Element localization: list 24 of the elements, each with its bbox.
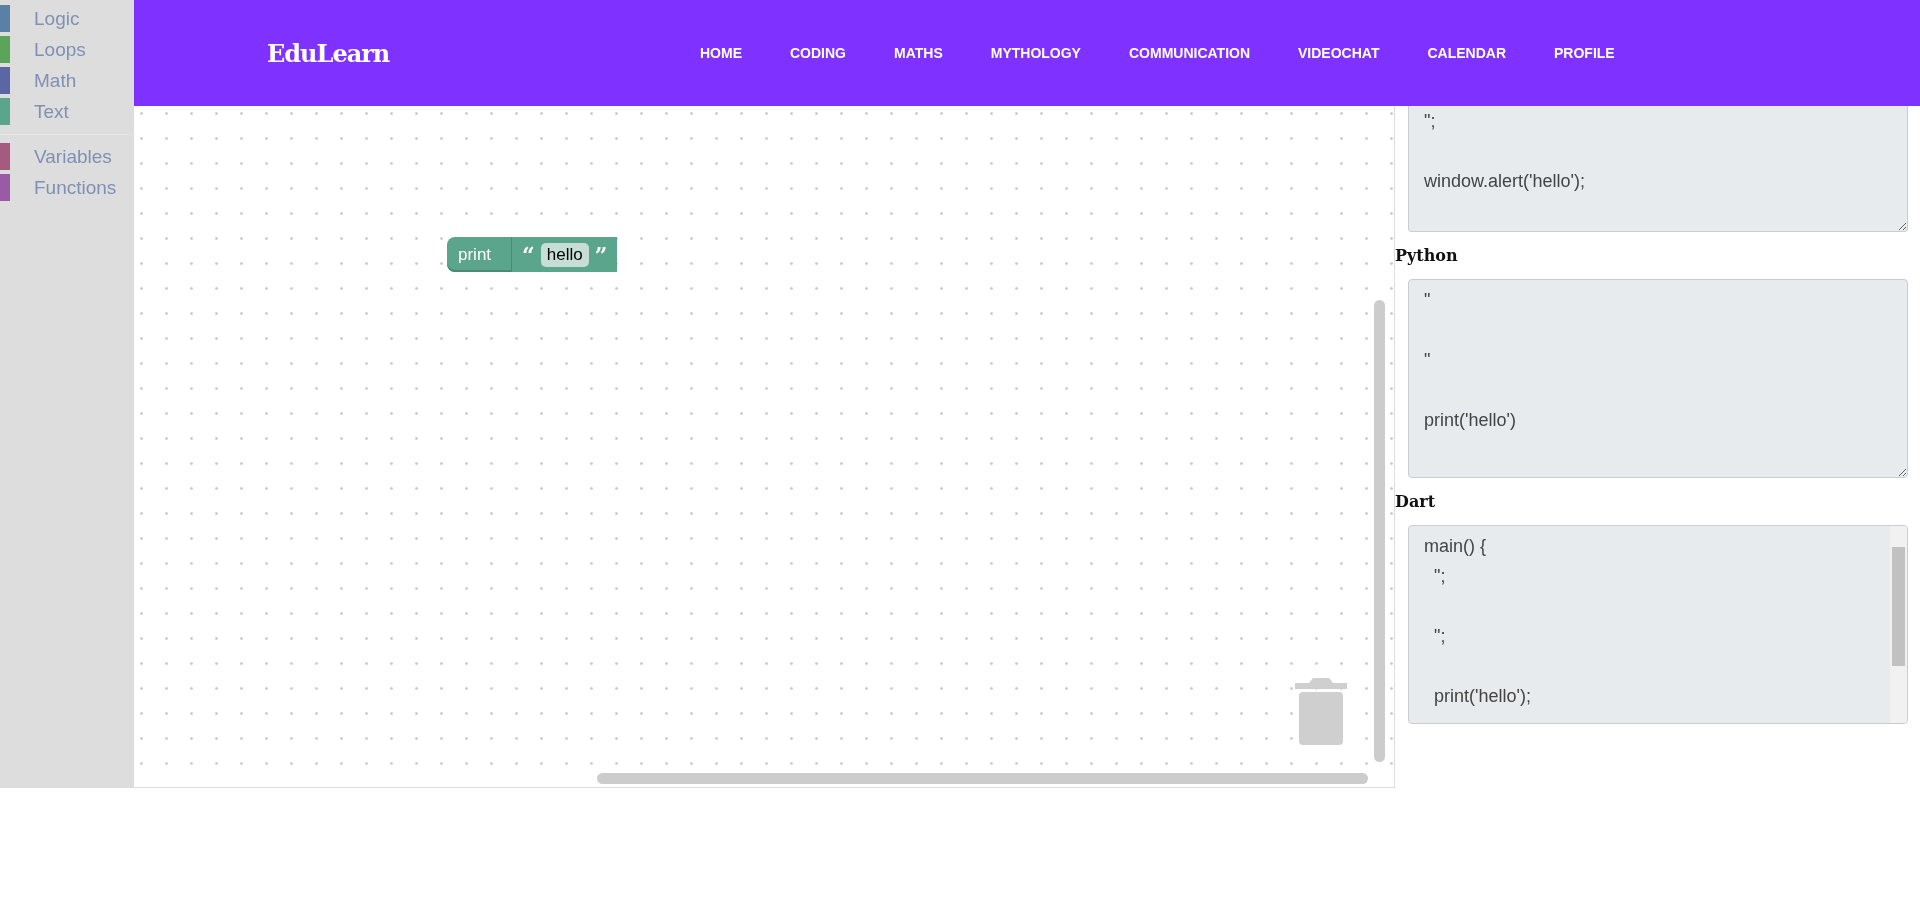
code-field[interactable]: " " print('hello') [1408, 279, 1908, 478]
quote-mark: ” [594, 243, 608, 266]
text-block[interactable]: “ hello ” [511, 237, 618, 272]
quote-mark: “ [522, 243, 535, 266]
nav-link[interactable]: CALENDAR [1427, 45, 1506, 61]
nav-link[interactable]: HOME [700, 45, 742, 61]
section-heading: Python [1395, 245, 1459, 267]
text-value-field[interactable]: hello [540, 242, 589, 267]
vertical-scrollbar[interactable] [1890, 526, 1907, 723]
nav-link[interactable]: CODING [790, 45, 846, 61]
site-logo[interactable]: EduLearn [267, 38, 700, 68]
nav-link[interactable]: MATHS [894, 45, 943, 61]
horizontal-scrollbar[interactable] [597, 773, 1368, 784]
code-field[interactable]: "; window.alert('hello'); [1408, 106, 1908, 232]
nav-link[interactable]: MYTHOLOGY [990, 45, 1081, 61]
nav-link[interactable]: VIDEOCHAT [1298, 45, 1380, 61]
nav-link[interactable]: COMMUNICATION [1128, 45, 1251, 61]
trash-can-icon[interactable] [1295, 677, 1347, 745]
vertical-scrollbar[interactable] [1374, 300, 1385, 762]
nav-link[interactable]: PROFILE [1554, 45, 1615, 61]
section-heading: Dart [1395, 491, 1437, 513]
print-block[interactable]: print “ hello ” [447, 237, 618, 272]
code-field[interactable]: main() { "; "; print('hello'); [1408, 525, 1908, 724]
block-label: print [458, 244, 492, 265]
